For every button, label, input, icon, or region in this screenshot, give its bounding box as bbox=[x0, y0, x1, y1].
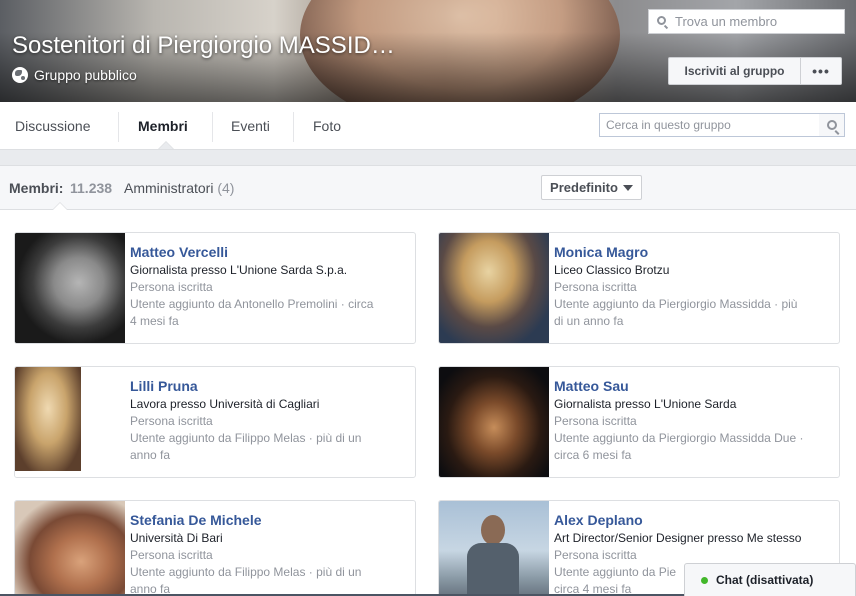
caret-down-icon bbox=[622, 184, 633, 191]
member-added-when: di un anno fa bbox=[554, 314, 624, 328]
globe-icon bbox=[12, 67, 28, 83]
member-detail: Liceo Classico Brotzu bbox=[554, 263, 670, 277]
members-label[interactable]: Membri: bbox=[9, 180, 63, 196]
member-added-when: 4 mesi fa bbox=[130, 314, 179, 328]
members-count: 11.238 bbox=[70, 180, 113, 196]
chat-tab[interactable]: Chat (disattivata) bbox=[684, 563, 856, 596]
admins-count: (4) bbox=[217, 180, 235, 196]
tab-divider bbox=[212, 112, 213, 142]
tab-foto[interactable]: Foto bbox=[313, 102, 341, 150]
member-added-by: Utente aggiunto da Piergiorgio Massidda … bbox=[554, 431, 804, 445]
member-added-when: anno fa bbox=[130, 448, 171, 462]
member-added-by: Utente aggiunto da Filippo Melas · più d… bbox=[130, 565, 362, 579]
search-icon bbox=[826, 120, 837, 130]
member-added-by: Utente aggiunto da Piergiorgio Massidda … bbox=[554, 297, 798, 311]
member-detail: Art Director/Senior Designer presso Me s… bbox=[554, 531, 802, 545]
member-added-when: circa 6 mesi fa bbox=[554, 448, 632, 462]
find-member-input[interactable] bbox=[648, 9, 845, 34]
member-name[interactable]: Alex Deplano bbox=[554, 512, 833, 529]
admins-label: Amministratori bbox=[124, 180, 214, 196]
member-card: Matteo Sau Giornalista presso L'Unione S… bbox=[438, 366, 840, 478]
member-detail: Lavora presso Università di Cagliari bbox=[130, 397, 320, 411]
tab-divider bbox=[293, 112, 294, 142]
member-photo[interactable] bbox=[15, 367, 125, 477]
member-name[interactable]: Monica Magro bbox=[554, 244, 833, 261]
member-added-by: Utente aggiunto da Filippo Melas · più d… bbox=[130, 431, 362, 445]
member-role: Persona iscritta bbox=[130, 548, 213, 562]
group-privacy-label: Gruppo pubblico bbox=[34, 67, 137, 83]
member-role: Persona iscritta bbox=[130, 414, 213, 428]
member-role: Persona iscritta bbox=[554, 280, 637, 294]
tab-discussione[interactable]: Discussione bbox=[15, 102, 90, 150]
tab-eventi[interactable]: Eventi bbox=[231, 102, 270, 150]
member-card: Monica Magro Liceo Classico Brotzu Perso… bbox=[438, 232, 840, 344]
active-tab-indicator bbox=[158, 141, 174, 149]
member-detail: Giornalista presso L'Unione Sarda bbox=[554, 397, 737, 411]
admins-link[interactable]: Amministratori (4) bbox=[124, 180, 234, 196]
member-added-by: Utente aggiunto da Antonello Premolini ·… bbox=[130, 297, 374, 311]
group-privacy: Gruppo pubblico bbox=[12, 67, 137, 83]
find-member-search-icon bbox=[657, 16, 666, 25]
chat-label: Chat (disattivata) bbox=[716, 573, 814, 587]
member-role: Persona iscritta bbox=[130, 280, 213, 294]
sort-label: Predefinito bbox=[550, 180, 618, 195]
sort-dropdown[interactable]: Predefinito bbox=[541, 175, 642, 200]
members-header: Membri: 11.238 Amministratori (4) Predef… bbox=[0, 165, 856, 211]
tab-divider bbox=[118, 112, 119, 142]
member-photo[interactable] bbox=[439, 233, 549, 343]
member-photo-image bbox=[465, 515, 521, 596]
member-photo[interactable] bbox=[439, 501, 549, 596]
member-card: Stefania De Michele Università Di Bari P… bbox=[14, 500, 416, 596]
member-photo[interactable] bbox=[15, 501, 125, 596]
search-button[interactable] bbox=[819, 113, 845, 137]
member-role: Persona iscritta bbox=[554, 414, 637, 428]
group-title[interactable]: Sostenitori di Piergiorgio MASSID… bbox=[12, 32, 395, 60]
member-card: Matteo Vercelli Giornalista presso L'Uni… bbox=[14, 232, 416, 344]
member-role: Persona iscritta bbox=[554, 548, 637, 562]
chat-status-icon bbox=[701, 576, 708, 584]
member-name[interactable]: Matteo Sau bbox=[554, 378, 833, 395]
group-search-input[interactable] bbox=[599, 113, 820, 137]
member-name[interactable]: Matteo Vercelli bbox=[130, 244, 409, 261]
member-photo[interactable] bbox=[15, 233, 125, 343]
members-grid: Matteo Vercelli Giornalista presso L'Uni… bbox=[0, 210, 856, 596]
member-card: Lilli Pruna Lavora presso Università di … bbox=[14, 366, 416, 478]
member-name[interactable]: Stefania De Michele bbox=[130, 512, 409, 529]
member-name[interactable]: Lilli Pruna bbox=[130, 378, 409, 395]
join-group-button[interactable]: Iscriviti al gruppo bbox=[668, 57, 801, 85]
member-photo[interactable] bbox=[439, 367, 549, 477]
member-photo-image bbox=[15, 367, 81, 471]
member-detail: Giornalista presso L'Unione Sarda S.p.a. bbox=[130, 263, 348, 277]
member-detail: Università Di Bari bbox=[130, 531, 223, 545]
more-options-button[interactable]: ••• bbox=[800, 57, 842, 85]
